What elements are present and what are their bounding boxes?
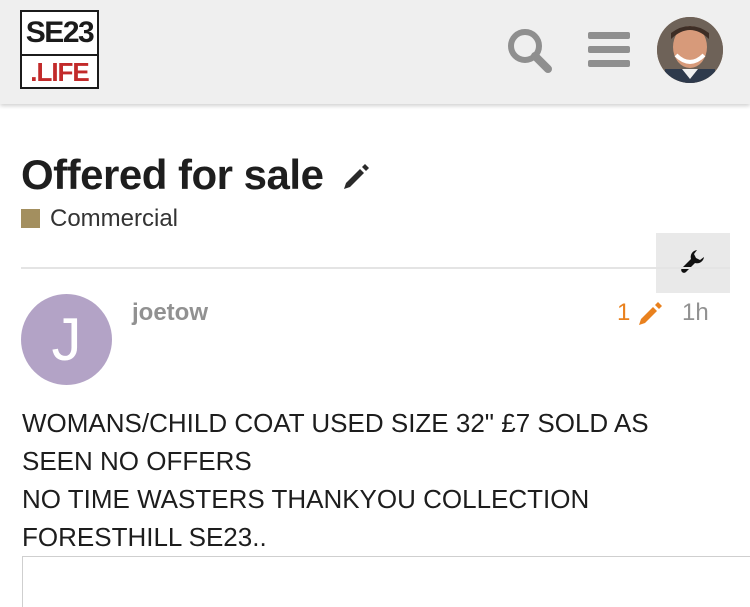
page-title: Offered for sale [21,151,324,198]
pencil-icon[interactable] [637,301,663,327]
post-line: WOMANS/CHILD COAT USED SIZE 32" £7 SOLD … [22,408,649,438]
post-username[interactable]: joetow [132,298,208,328]
logo-text-bottom: .LIFE [30,57,90,87]
wrench-icon [679,247,707,280]
edit-history-count[interactable]: 1 [617,298,630,328]
site-logo[interactable]: SE23 .LIFE [20,10,99,89]
category-link[interactable]: Commercial [50,204,178,234]
user-avatar[interactable] [657,17,723,83]
post-content: WOMANS/CHILD COAT USED SIZE 32" £7 SOLD … [22,404,737,556]
pencil-icon[interactable] [340,161,372,193]
hamburger-menu-icon[interactable] [585,26,633,74]
post-embed-preview[interactable] [22,556,750,607]
post-line: NO TIME WASTERS THANKYOU COLLECTION [22,484,590,514]
topic-divider [21,267,730,269]
post-timestamp[interactable]: 1h [682,298,709,328]
search-icon[interactable] [505,26,553,74]
post-line: FORESTHILL SE23.. [22,522,267,552]
logo-text-top: SE23 [25,16,95,49]
admin-wrench-button[interactable] [656,233,730,293]
category-color-swatch [21,209,40,228]
site-header: SE23 .LIFE [0,0,750,104]
post-line: SEEN NO OFFERS [22,446,252,476]
post-author-avatar[interactable]: J [21,294,112,385]
